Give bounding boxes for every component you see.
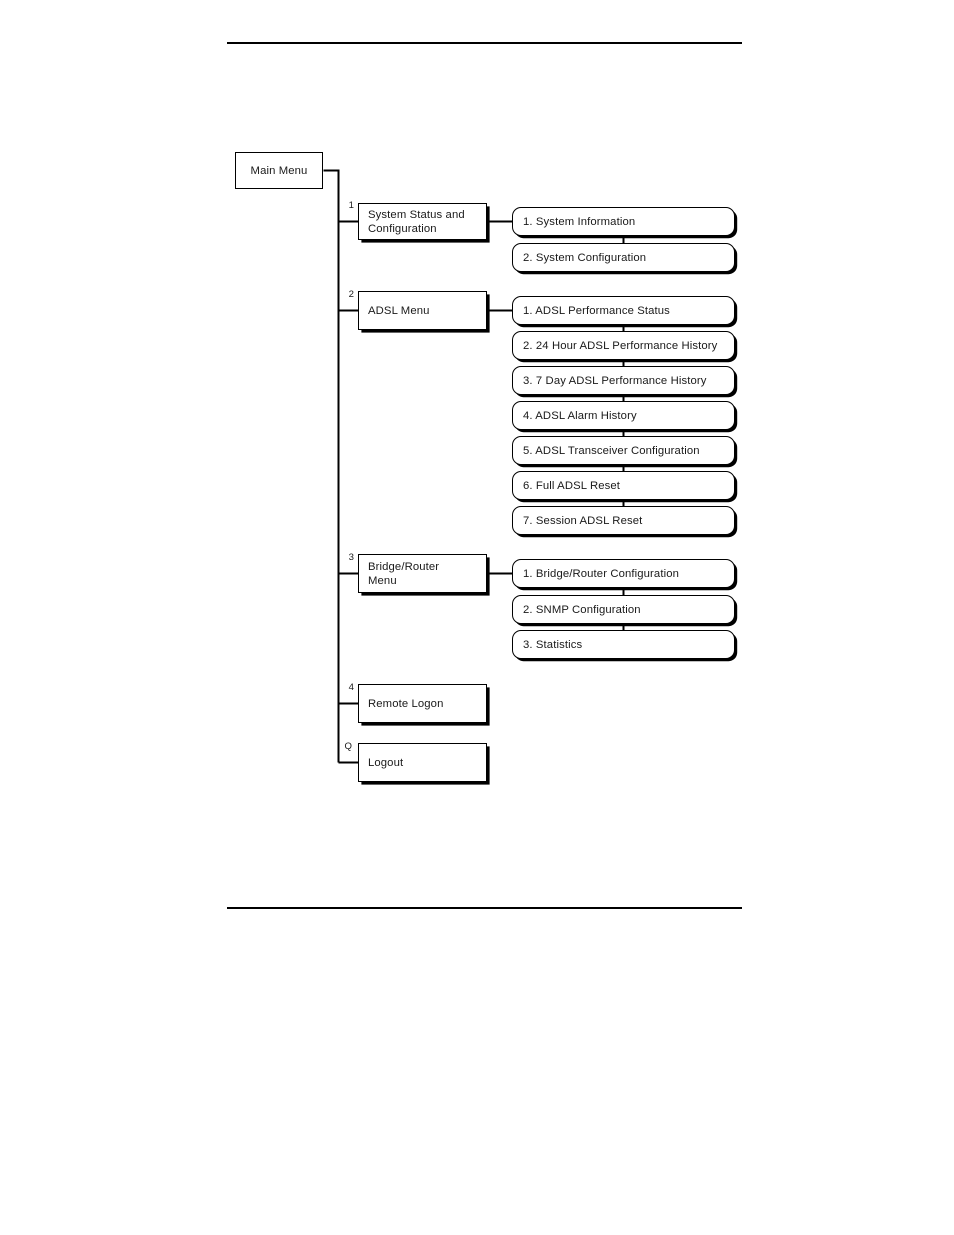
node-label: 3. Statistics xyxy=(523,638,583,651)
node-label: 5. ADSL Transceiver Configuration xyxy=(523,444,700,457)
node-system-information[interactable]: 1. System Information xyxy=(512,207,735,236)
node-label: 1. ADSL Performance Status xyxy=(523,304,670,317)
branch-key-2: 2 xyxy=(348,289,354,300)
node-label: Bridge/Router Menu xyxy=(368,560,440,587)
node-full-adsl-reset[interactable]: 6. Full ADSL Reset xyxy=(512,471,735,500)
footer-rule xyxy=(227,907,742,910)
node-label: ADSL Menu xyxy=(368,304,430,317)
node-label: 2. SNMP Configuration xyxy=(523,603,641,616)
node-remote-logon[interactable]: Remote Logon xyxy=(358,684,487,723)
node-label: 1. Bridge/Router Configuration xyxy=(523,567,679,580)
node-label: 6. Full ADSL Reset xyxy=(523,479,621,492)
node-logout[interactable]: Logout xyxy=(358,743,487,782)
node-adsl-menu[interactable]: ADSL Menu xyxy=(358,291,487,330)
node-statistics[interactable]: 3. Statistics xyxy=(512,630,735,659)
branch-key-1: 1 xyxy=(348,200,354,211)
node-label: Logout xyxy=(368,756,404,769)
node-bridge-router-menu[interactable]: Bridge/Router Menu xyxy=(358,554,487,593)
node-session-adsl-reset[interactable]: 7. Session ADSL Reset xyxy=(512,506,735,535)
node-bridge-router-configuration[interactable]: 1. Bridge/Router Configuration xyxy=(512,559,735,588)
node-label: 2. System Configuration xyxy=(523,251,647,264)
node-label: Remote Logon xyxy=(368,697,444,710)
node-label: System Status and Configuration xyxy=(368,208,465,235)
trunk-line xyxy=(323,169,340,763)
node-7-day-adsl-performance-history[interactable]: 3. 7 Day ADSL Performance History xyxy=(512,366,735,395)
node-adsl-transceiver-configuration[interactable]: 5. ADSL Transceiver Configuration xyxy=(512,436,735,465)
node-label: 7. Session ADSL Reset xyxy=(523,514,643,527)
node-label: Main Menu xyxy=(250,164,308,177)
node-snmp-configuration[interactable]: 2. SNMP Configuration xyxy=(512,595,735,624)
connector-lines xyxy=(323,169,625,764)
node-system-status-and-configuration[interactable]: System Status and Configuration xyxy=(358,203,487,240)
node-system-configuration[interactable]: 2. System Configuration xyxy=(512,243,735,272)
branch-key-4: 4 xyxy=(348,682,354,693)
menu-tree-diagram: Main Menu 1 System Status and Configurat… xyxy=(0,0,954,1235)
branch-key-q: Q xyxy=(344,741,352,752)
node-label: 4. ADSL Alarm History xyxy=(523,409,637,422)
node-24-hour-adsl-performance-history[interactable]: 2. 24 Hour ADSL Performance History xyxy=(512,331,735,360)
node-label: 1. System Information xyxy=(523,215,636,228)
branch-key-3: 3 xyxy=(348,552,354,563)
node-adsl-performance-status[interactable]: 1. ADSL Performance Status xyxy=(512,296,735,325)
node-label: 2. 24 Hour ADSL Performance History xyxy=(523,339,718,352)
node-label: 3. 7 Day ADSL Performance History xyxy=(523,374,707,387)
node-adsl-alarm-history[interactable]: 4. ADSL Alarm History xyxy=(512,401,735,430)
node-main-menu[interactable]: Main Menu xyxy=(235,152,323,189)
